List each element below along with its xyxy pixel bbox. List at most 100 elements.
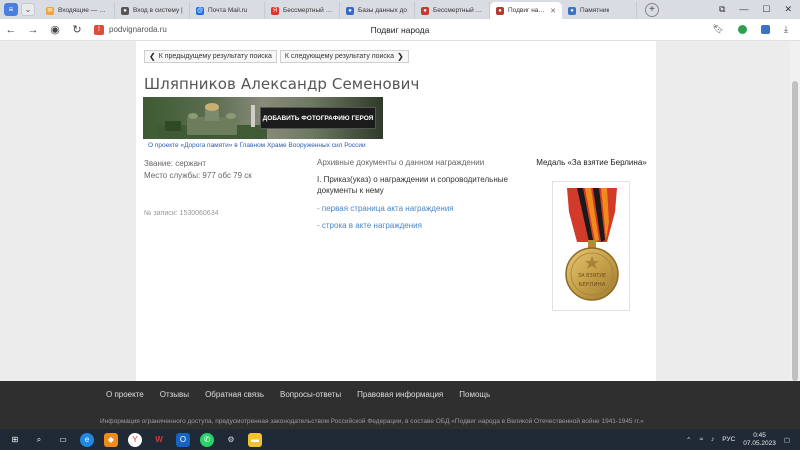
footer-link[interactable]: Отзывы [160,390,189,399]
footer-nav: О проекте Отзывы Обратная связь Вопросы-отв… [106,390,490,399]
rank-text: Звание: сержант [144,159,207,168]
url-field[interactable]: podvignaroda.ru [109,25,167,34]
browser-tab-bar: ≡ ⌄ ✉ Входящие — Яндекс ● Вход в систему | @… [0,0,800,19]
extension-blue-icon[interactable] [761,25,771,34]
archive-docs: Архивные документы о данном награждении … [317,158,522,238]
footer-link[interactable]: Помощь [459,390,490,399]
tab-favicon-icon: ● [121,6,129,15]
clock-time: 0:45 [753,431,766,439]
download-icon[interactable]: ⤓ [784,24,788,35]
tab-label: Бессмертный пол [283,7,333,14]
security-warning-icon[interactable]: ! [94,24,104,35]
bookmark-icon[interactable]: 🔖︎ [713,24,724,35]
medal-inscription-1: ЗА ВЗЯТИЕ [578,273,606,279]
settings-gear-icon[interactable]: ⚙ [224,433,238,447]
unit-text: Место службы: 977 обс 79 ск [144,171,252,180]
prev-result-label: К предыдущему результату поиска [158,53,272,60]
tab-favicon-icon: ● [568,6,576,15]
task-view-icon[interactable]: ▭ [56,433,70,447]
notifications-icon[interactable]: ▢ [784,436,790,444]
footer-link[interactable]: О проекте [106,390,144,399]
browser-tab[interactable]: ● Бессмертный пол [415,2,490,19]
prev-result-button[interactable]: ❮ К предыдущему результату поиска [144,50,277,63]
scrollbar-thumb[interactable] [792,81,798,381]
minimize-icon[interactable]: — [739,4,748,15]
windows-taskbar: ⊞ ⌕ ▭ e ◆ Y W O ✆ ⚙ ▬ ⌃ ≈ ♪ РУС 0:45 07.… [0,429,800,450]
browser-tab[interactable]: ● Базы данных до [340,2,415,19]
tab-label: Памятник [580,7,610,14]
file-explorer-icon[interactable]: ▬ [248,432,262,447]
protect-icon[interactable]: ◉ [44,23,66,36]
browser-tab[interactable]: ● Вход в систему | [115,2,190,19]
extension-green-icon[interactable] [738,25,748,34]
whatsapp-icon[interactable]: ✆ [200,432,214,447]
new-tab-button[interactable]: + [645,2,659,17]
browser-tab[interactable]: @ Почта Mail.ru [190,2,265,19]
reload-icon[interactable]: ↻ [66,23,88,36]
archive-docs-header: Архивные документы о данном награждении [317,158,485,167]
tab-label: Входящие — Яндекс [58,7,108,14]
cathedral-image [157,103,267,139]
collections-icon[interactable]: ⧉ [719,4,725,15]
wifi-icon[interactable]: ≈ [699,436,703,443]
browser-menu-icon[interactable]: ≡ [4,3,18,16]
footer-link[interactable]: Вопросы-ответы [280,390,341,399]
language-indicator[interactable]: РУС [722,436,735,443]
tab-close-icon[interactable]: ✕ [550,7,556,15]
tab-label: Базы данных до [358,7,407,14]
project-link[interactable]: О проекте «Дорога памяти» в Главном Храм… [148,142,366,149]
add-photo-button[interactable]: ДОБАВИТЬ ФОТОГРАФИЮ ГЕРОЯ [260,107,376,129]
maximize-icon[interactable]: ☐ [762,4,770,15]
site-footer: О проекте Отзывы Обратная связь Вопросы-отв… [0,381,800,429]
forward-icon[interactable]: → [22,24,44,36]
tab-favicon-icon: ✉ [46,6,54,15]
next-result-button[interactable]: К следующему результату поиска ❯ [279,50,409,63]
system-tray: ⌃ ≈ ♪ РУС 0:45 07.05.2023 ▢ [686,432,800,448]
browser-system-buttons: ≡ ⌄ [0,3,40,16]
edge-icon[interactable]: e [80,432,94,447]
tab-favicon-icon: @ [196,6,204,15]
medal-image-frame[interactable]: ЗА ВЗЯТИЕ БЕРЛИНА [552,181,630,311]
address-bar: ← → ◉ ↻ ! podvignaroda.ru Подвиг народа … [0,19,800,41]
windows-start-icon[interactable]: ⊞ [8,433,22,447]
tray-up-arrow-icon[interactable]: ⌃ [686,436,691,444]
next-result-label: К следующему результату поиска [284,53,395,60]
tabs-dropdown-icon[interactable]: ⌄ [21,3,35,16]
yandex-browser-icon[interactable]: Y [128,432,142,447]
tab-favicon-icon: Я [271,6,279,15]
search-icon[interactable]: ⌕ [32,433,46,447]
hero-name: Шляпников Александр Семенович [144,75,420,93]
clock[interactable]: 0:45 07.05.2023 [743,432,776,448]
chevron-left-icon: ❮ [149,52,156,61]
page-scrollbar[interactable] [790,41,800,381]
award-line-link[interactable]: - строка в акте награждения [317,221,522,230]
tab-label: Вход в систему | [133,7,183,14]
record-number: № записи: 1530060634 [144,210,219,217]
close-window-icon[interactable]: ✕ [784,4,792,15]
wps-icon[interactable]: W [152,433,166,447]
footer-link[interactable]: Обратная связь [205,390,264,399]
browser-tab[interactable]: ● Подвиг народа ✕ [490,2,562,19]
tab-label: Почта Mail.ru [208,7,248,14]
browser-tab[interactable]: Я Бессмертный пол [265,2,340,19]
tab-label: Бессмертный пол [433,7,483,14]
order-title: I. Приказ(указ) о награждении и сопровод… [317,175,508,195]
clock-date: 07.05.2023 [743,439,776,447]
tab-favicon-icon: ● [421,6,429,15]
window-controls: ⧉ — ☐ ✕ [719,4,800,15]
browser-tab[interactable]: ● Памятник [562,2,637,19]
back-icon[interactable]: ← [0,24,22,36]
tab-label: Подвиг народа [508,7,546,14]
tab-favicon-icon: ● [346,6,354,15]
service-info: Звание: сержант Место службы: 977 обс 79… [144,158,252,182]
outlook-icon[interactable]: O [176,432,190,447]
footer-link[interactable]: Правовая информация [357,390,443,399]
tab-favicon-icon: ● [496,6,504,15]
first-page-link[interactable]: - первая страница акта награждения [317,204,522,213]
store-icon[interactable]: ◆ [104,432,118,447]
chevron-right-icon: ❯ [397,52,404,61]
hero-card: ❮ К предыдущему результату поиска К след… [136,41,656,381]
volume-icon[interactable]: ♪ [711,436,714,443]
page-viewport: ❮ К предыдущему результату поиска К след… [0,41,790,381]
browser-tab[interactable]: ✉ Входящие — Яндекс [40,2,115,19]
